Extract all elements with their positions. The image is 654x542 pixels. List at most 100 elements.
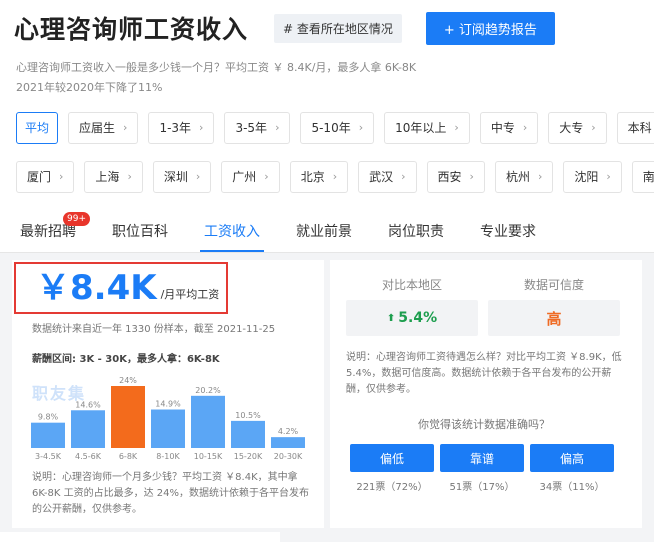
exp-filter-chip[interactable]: 应届生 › [68, 112, 139, 144]
up-arrow-icon: ⬆ [386, 312, 396, 324]
chevron-right-icon: › [358, 121, 364, 134]
category-tick-label: 10-15K [194, 452, 223, 461]
exp-filter-chip[interactable]: 10年以上 › [384, 112, 470, 144]
city-filter-chip[interactable]: 厦门 › [16, 161, 75, 193]
city-filter-chip[interactable]: 上海 › [84, 161, 143, 193]
tab-item[interactable]: 工资收入 [200, 212, 264, 252]
category-tick-label: 15-20K [234, 452, 263, 461]
tab-label: 就业前景 [296, 224, 352, 240]
city-filter-label: 上海 [95, 170, 120, 184]
city-filter-chip[interactable]: 北京 › [289, 161, 349, 193]
tab-bar: 最新招聘 99+ 职位百科 工资收入 就业前景 岗位职责 专业要求 [20, 212, 572, 252]
salary-range: 薪酬区间: 3K - 30K，最多人拿：6K-8K [32, 354, 220, 365]
average-salary-value: ￥8.4K [36, 268, 157, 308]
city-filter-label: 北京 [300, 170, 325, 184]
tab-item[interactable]: 岗位职责 [388, 212, 444, 252]
chevron-right-icon: › [606, 170, 611, 183]
tab-label: 专业要求 [480, 224, 536, 240]
exp-filter-chip[interactable]: 平均 [16, 112, 59, 144]
exp-filter-label: 应届生 [79, 121, 116, 135]
category-tick-label: 8-10K [156, 452, 180, 461]
chevron-right-icon: › [522, 121, 528, 134]
chevron-right-icon: › [332, 170, 338, 183]
chevron-right-icon: › [199, 121, 204, 134]
tab-item[interactable]: 就业前景 [296, 212, 352, 252]
exp-filter-label: 3-5年 [235, 121, 268, 135]
city-filter-label: 杭州 [505, 170, 530, 184]
city-filter-chip[interactable]: 西安 › [426, 161, 485, 193]
bar-value-label: 20.2% [195, 386, 221, 395]
chevron-right-icon: › [469, 170, 474, 183]
city-filter-chip[interactable]: 杭州 › [494, 161, 554, 193]
vote-low-count: 221票（72%） [356, 482, 428, 493]
city-filter-chip[interactable]: 南 [631, 161, 654, 193]
accuracy-question: 你觉得该统计数据准确吗？ [418, 418, 550, 431]
average-salary-unit: /月平均工资 [160, 288, 220, 301]
exp-filter-chip[interactable]: 3-5年 › [224, 112, 291, 144]
bar-20-30K [271, 437, 305, 448]
city-filter-label: 沈阳 [574, 170, 599, 184]
city-filter-chip[interactable]: 武汉 › [358, 161, 417, 193]
average-salary-highlight: ￥8.4K /月平均工资 [14, 262, 228, 314]
exp-filter-label: 本科 [627, 121, 652, 135]
description-line-2: 2021年较2020年下降了11% [16, 81, 163, 94]
city-filter-label: 南 [642, 170, 654, 184]
bar-value-label: 14.9% [155, 400, 181, 409]
new-jobs-badge: 99+ [63, 212, 90, 226]
exp-filter-label: 平均 [25, 121, 50, 135]
reliability-label: 数据可信度 [523, 278, 584, 292]
city-filter-chip[interactable]: 深圳 › [152, 161, 212, 193]
vote-high-button[interactable]: 偏高 [530, 444, 614, 472]
vote-low-button[interactable]: 偏低 [350, 444, 434, 472]
category-tick-label: 6-8K [119, 452, 138, 461]
tab-label: 最新招聘 [20, 224, 76, 240]
exp-filter-label: 大专 [559, 121, 584, 135]
tab-item[interactable]: 职位百科 [112, 212, 168, 252]
city-filter-label: 西安 [437, 170, 462, 184]
page-title: 心理咨询师工资收入 [14, 15, 249, 44]
city-filter-chip[interactable]: 广州 › [221, 161, 280, 193]
city-filter-label: 厦门 [27, 170, 52, 184]
vote-accurate-count: 51票（17%） [449, 482, 515, 493]
city-filter-chip[interactable]: 沈阳 › [563, 161, 622, 193]
chevron-right-icon: › [454, 121, 459, 134]
bar-value-label: 14.6% [75, 400, 101, 409]
city-filter-label: 深圳 [163, 170, 188, 184]
exp-filter-chip[interactable]: 1-3年 › [148, 112, 215, 144]
subscribe-button[interactable]: + 订阅趋势报告 [425, 11, 555, 45]
bar-6-8K [111, 386, 145, 448]
category-tick-label: 3-4.5K [35, 452, 62, 461]
chevron-right-icon: › [59, 170, 64, 183]
exp-filter-chip[interactable]: 本科 [616, 112, 654, 144]
tab-label: 岗位职责 [388, 224, 444, 240]
vote-high-count: 34票（11%） [539, 482, 605, 493]
local-comparison-label: 对比本地区 [381, 278, 442, 292]
region-button[interactable]: # 查看所在地区情况 [274, 13, 402, 43]
exp-filter-label: 中专 [490, 121, 515, 135]
tab-item[interactable]: 专业要求 [480, 212, 536, 252]
chevron-right-icon: › [591, 121, 596, 134]
tab-item[interactable]: 最新招聘 99+ [20, 212, 90, 252]
exp-filter-chip[interactable]: 5-10年 › [300, 112, 375, 144]
tab-label: 职位百科 [112, 224, 168, 240]
bottom-strip [0, 532, 280, 542]
page-description: 心理咨询师工资收入一般是多少钱一个月？平均工资 ￥ 8.4K/月，最多人拿 6K… [16, 58, 636, 98]
exp-filter-chip[interactable]: 中专 › [479, 112, 539, 144]
chevron-right-icon: › [401, 170, 406, 183]
local-comparison-value: ⬆ 5.4% [346, 300, 478, 336]
vote-accurate-button[interactable]: 靠谱 [440, 444, 524, 472]
title-row: 心理咨询师工资收入 # 查看所在地区情况 + 订阅趋势报告 [14, 10, 555, 46]
bar-value-label: 4.2% [278, 427, 299, 436]
reliability-value: 高 [488, 300, 620, 336]
description-line-1: 心理咨询师工资收入一般是多少钱一个月？平均工资 ￥ 8.4K/月，最多人拿 6K… [16, 61, 417, 74]
exp-filter-chip[interactable]: 大专 › [548, 112, 607, 144]
bar-8-10K [151, 409, 185, 448]
local-comparison-percent: 5.4% [398, 310, 438, 326]
bar-value-label: 9.8% [38, 413, 59, 422]
tab-label: 工资收入 [204, 224, 260, 240]
bar-10-15K [191, 395, 225, 448]
chevron-right-icon: › [275, 121, 280, 134]
chevron-right-icon: › [264, 170, 269, 183]
bar-3-4.5K [31, 422, 65, 448]
category-tick-label: 4.5-6K [75, 452, 102, 461]
